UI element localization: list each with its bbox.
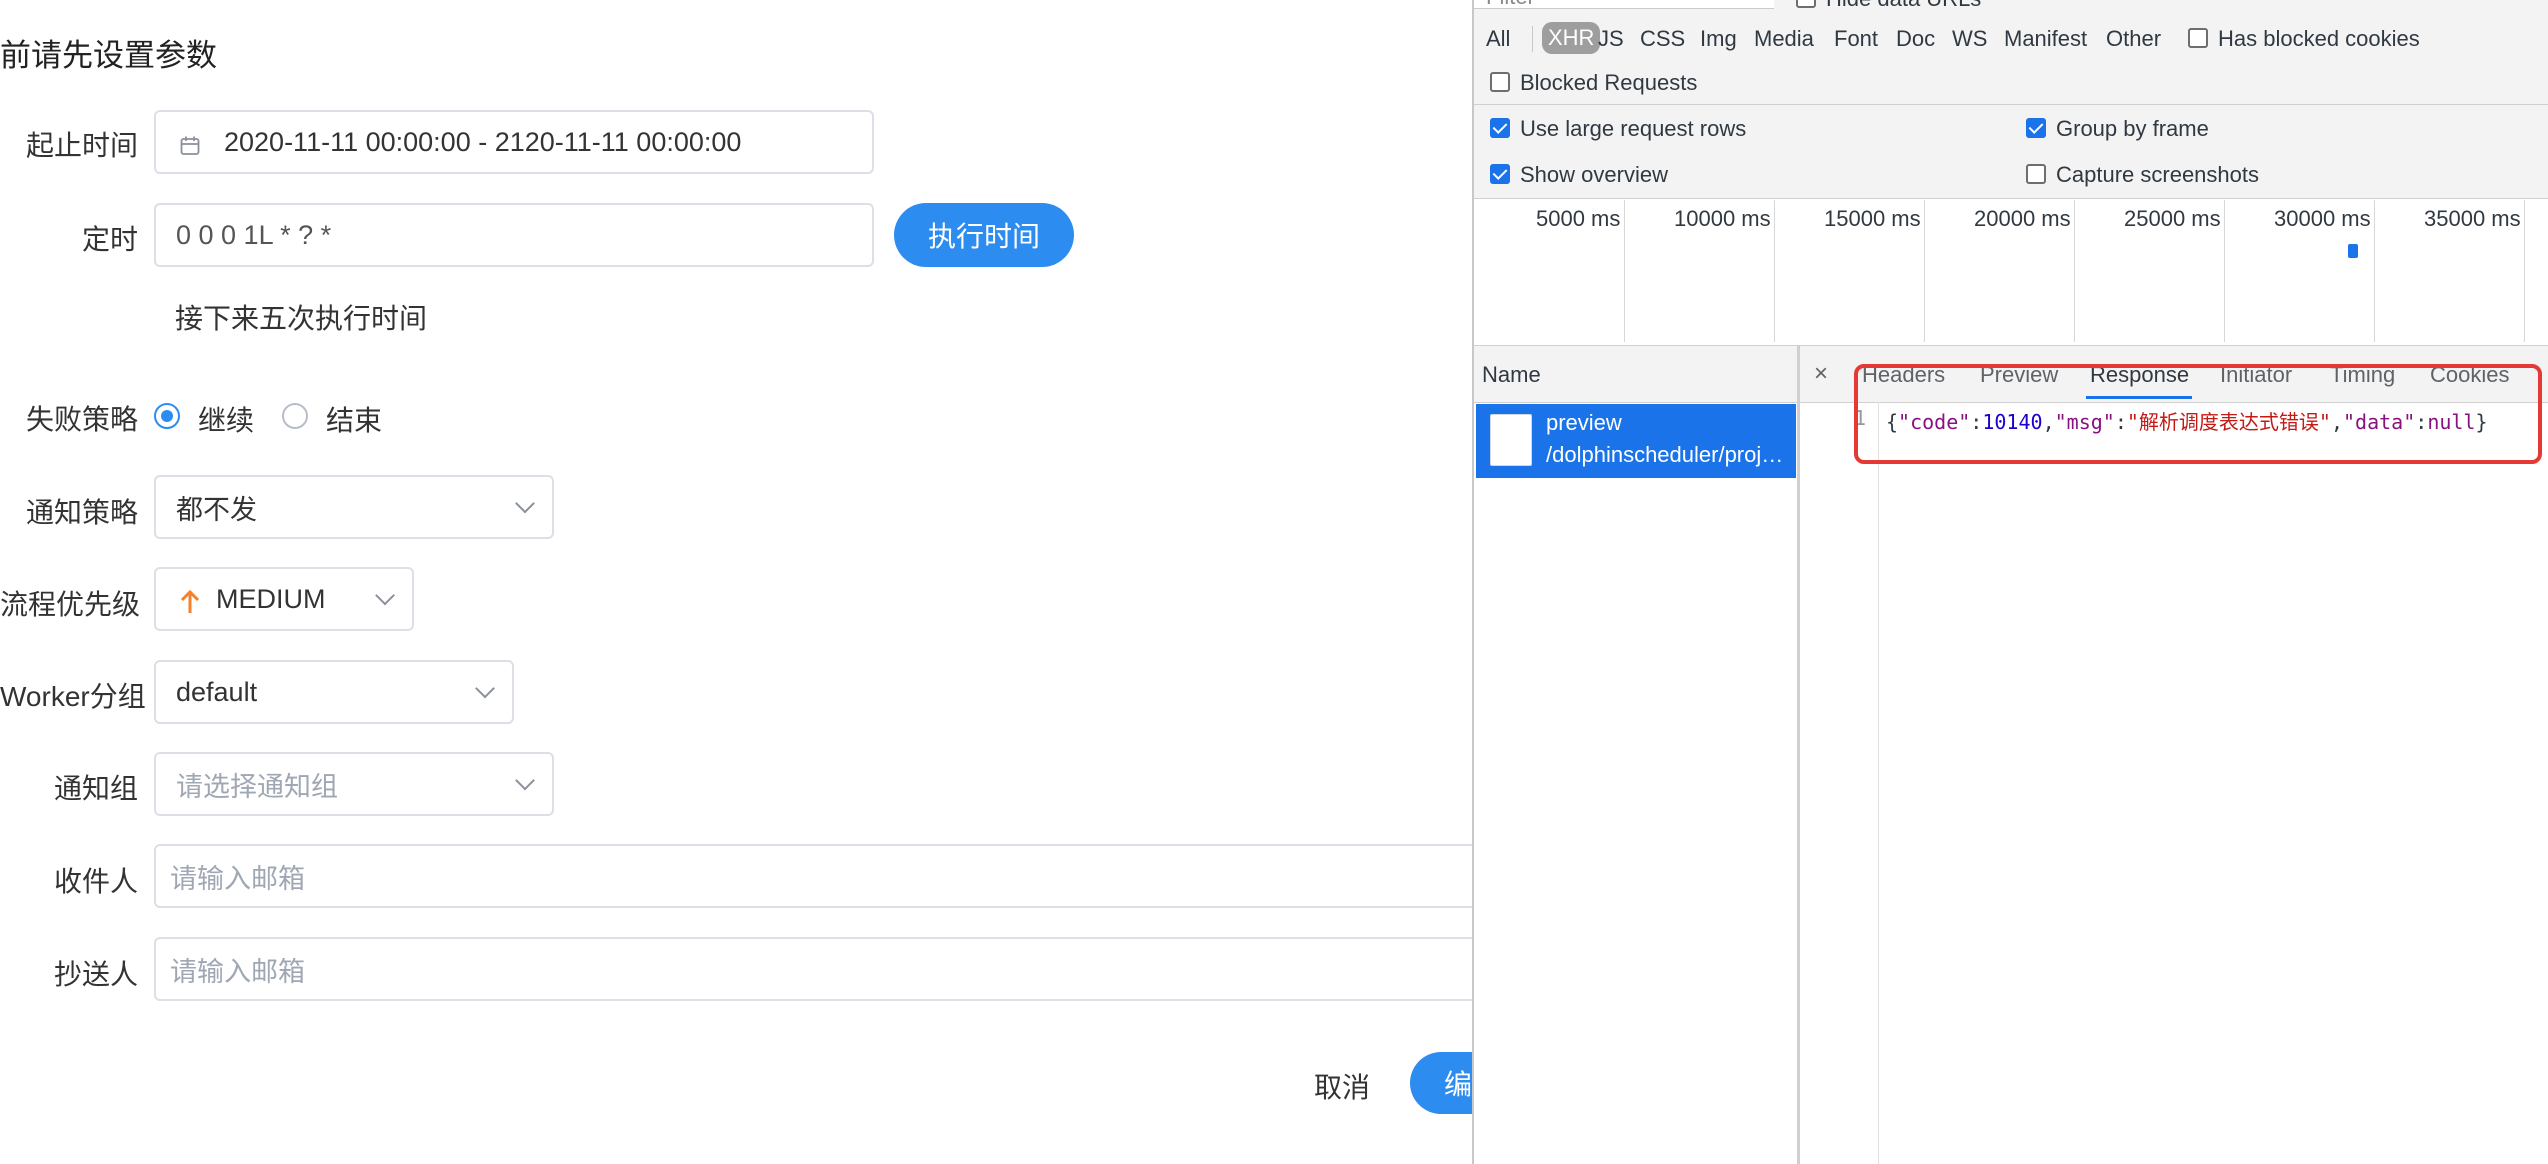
cron-input[interactable]: 0 0 0 1L * ? * <box>154 203 874 267</box>
type-js[interactable]: JS <box>1598 26 1624 52</box>
close-icon[interactable]: × <box>1814 360 1828 388</box>
submit-button[interactable]: 编 <box>1410 1052 1472 1114</box>
name-header-label: Name <box>1482 362 1541 387</box>
timeline-gridline <box>2074 200 2075 342</box>
timeline-tick-label: 10000 ms <box>1674 206 1771 231</box>
notify-group-label: 通知组 <box>53 773 138 804</box>
blocked-requests-label: Blocked Requests <box>1520 70 1698 95</box>
date-range-input[interactable]: 2020-11-11 00:00:00 - 2120-11-11 00:00:0… <box>154 110 874 174</box>
radio-end-label[interactable]: 结束 <box>326 399 382 439</box>
capture-screenshots-label: Capture screenshots <box>2056 162 2259 187</box>
notify-strategy-select[interactable]: 都不发 <box>154 475 554 539</box>
timeline-gridline <box>1924 200 1925 342</box>
filter-placeholder: Filter <box>1486 0 1535 10</box>
cc-label: 抄送人 <box>53 959 138 990</box>
chevron-down-icon <box>515 770 535 791</box>
notify-group-select[interactable]: 请选择通知组 <box>154 752 554 816</box>
radio-continue[interactable] <box>154 403 180 429</box>
recipient-label: 收件人 <box>53 866 138 897</box>
priority-value: MEDIUM <box>216 583 326 614</box>
devtools-network-panel: Filter Hide data URLs All XHR JS CSS Img… <box>1472 0 2548 1164</box>
chevron-down-icon <box>375 585 395 606</box>
timeline-tick-label: 35000 ms <box>2424 206 2521 231</box>
hide-data-urls-checkbox[interactable] <box>1796 0 1816 8</box>
type-divider <box>1532 26 1533 52</box>
date-range-value: 2020-11-11 00:00:00 - 2120-11-11 00:00:0… <box>224 126 742 157</box>
type-font[interactable]: Font <box>1834 26 1878 52</box>
type-xhr[interactable]: XHR <box>1542 22 1601 54</box>
show-overview-checkbox[interactable] <box>1490 164 1510 184</box>
worker-group-value: default <box>176 676 258 707</box>
failure-strategy-label: 失败策略 <box>25 404 138 435</box>
has-blocked-cookies-checkbox[interactable] <box>2188 28 2208 48</box>
type-other[interactable]: Other <box>2106 26 2161 52</box>
response-pane <box>1800 346 2548 1164</box>
timeline-tick-label: 20000 ms <box>1974 206 2071 231</box>
request-name: preview <box>1546 410 1622 435</box>
cc-input[interactable]: 请输入邮箱 <box>154 937 1472 1001</box>
arrow-up-icon <box>180 589 200 615</box>
cancel-button[interactable]: 取消 <box>1314 1066 1370 1106</box>
notify-strategy-value: 都不发 <box>176 494 257 525</box>
request-path: /dolphinscheduler/proj… <box>1546 442 1784 467</box>
timeline-tick-label: 15000 ms <box>1824 206 1921 231</box>
timeline-gridline <box>2524 200 2525 342</box>
recipient-input[interactable]: 请输入邮箱 <box>154 844 1472 908</box>
line-gutter <box>1800 402 1879 1164</box>
group-by-frame-label: Group by frame <box>2056 116 2209 141</box>
chevron-down-icon <box>515 493 535 514</box>
request-row[interactable]: preview /dolphinscheduler/proj… <box>1476 404 1796 478</box>
has-blocked-cookies-label: Has blocked cookies <box>2218 26 2420 51</box>
group-by-frame-checkbox[interactable] <box>2026 118 2046 138</box>
timeline-gridline <box>1774 200 1775 342</box>
timeline-gridline <box>2374 200 2375 342</box>
show-overview-label: Show overview <box>1520 162 1668 187</box>
timeline-gridline <box>2224 200 2225 342</box>
capture-screenshots-checkbox[interactable] <box>2026 164 2046 184</box>
notify-group-placeholder: 请选择通知组 <box>176 771 338 802</box>
type-all[interactable]: All <box>1486 26 1510 52</box>
request-bar <box>2348 244 2358 258</box>
worker-group-label: Worker分组 <box>0 681 146 712</box>
type-doc[interactable]: Doc <box>1896 26 1935 52</box>
type-css[interactable]: CSS <box>1640 26 1685 52</box>
priority-label: 流程优先级 <box>0 589 141 620</box>
type-media[interactable]: Media <box>1754 26 1814 52</box>
blocked-requests-checkbox[interactable] <box>1490 72 1510 92</box>
execution-time-button[interactable]: 执行时间 <box>894 203 1074 267</box>
radio-continue-label[interactable]: 继续 <box>198 399 254 439</box>
start-end-label: 起止时间 <box>25 130 138 161</box>
use-large-rows-label: Use large request rows <box>1520 116 1747 141</box>
form-title: 前请先设置参数 <box>0 38 217 73</box>
highlight-annotation-box <box>1854 364 2542 464</box>
cc-placeholder: 请输入邮箱 <box>170 956 305 987</box>
type-img[interactable]: Img <box>1700 26 1737 52</box>
chevron-down-icon <box>475 678 495 699</box>
document-icon <box>1490 414 1532 466</box>
name-column-header[interactable]: Name <box>1474 346 1797 403</box>
notify-strategy-label: 通知策略 <box>25 497 138 528</box>
timeline-tick-label: 25000 ms <box>2124 206 2221 231</box>
type-ws[interactable]: WS <box>1952 26 1987 52</box>
toolbar-divider <box>1474 104 2548 105</box>
schedule-form: 前请先设置参数 起止时间 2020-11-11 00:00:00 - 2120-… <box>0 0 1472 1164</box>
use-large-rows-checkbox[interactable] <box>1490 118 1510 138</box>
cron-value: 0 0 0 1L * ? * <box>176 219 332 250</box>
recipient-placeholder: 请输入邮箱 <box>170 863 305 894</box>
calendar-icon <box>180 132 200 155</box>
hide-data-urls-label: Hide data URLs <box>1826 0 1981 12</box>
timeline-tick-label: 5000 ms <box>1536 206 1621 231</box>
radio-end[interactable] <box>282 403 308 429</box>
priority-select[interactable]: MEDIUM <box>154 567 414 631</box>
next-five-label: 接下来五次执行时间 <box>175 303 428 334</box>
filter-input[interactable]: Filter <box>1474 0 1774 9</box>
timing-label: 定时 <box>81 224 138 255</box>
timeline-tick-label: 30000 ms <box>2274 206 2371 231</box>
worker-group-select[interactable]: default <box>154 660 514 724</box>
timeline-gridline <box>1624 200 1625 342</box>
type-manifest[interactable]: Manifest <box>2004 26 2087 52</box>
